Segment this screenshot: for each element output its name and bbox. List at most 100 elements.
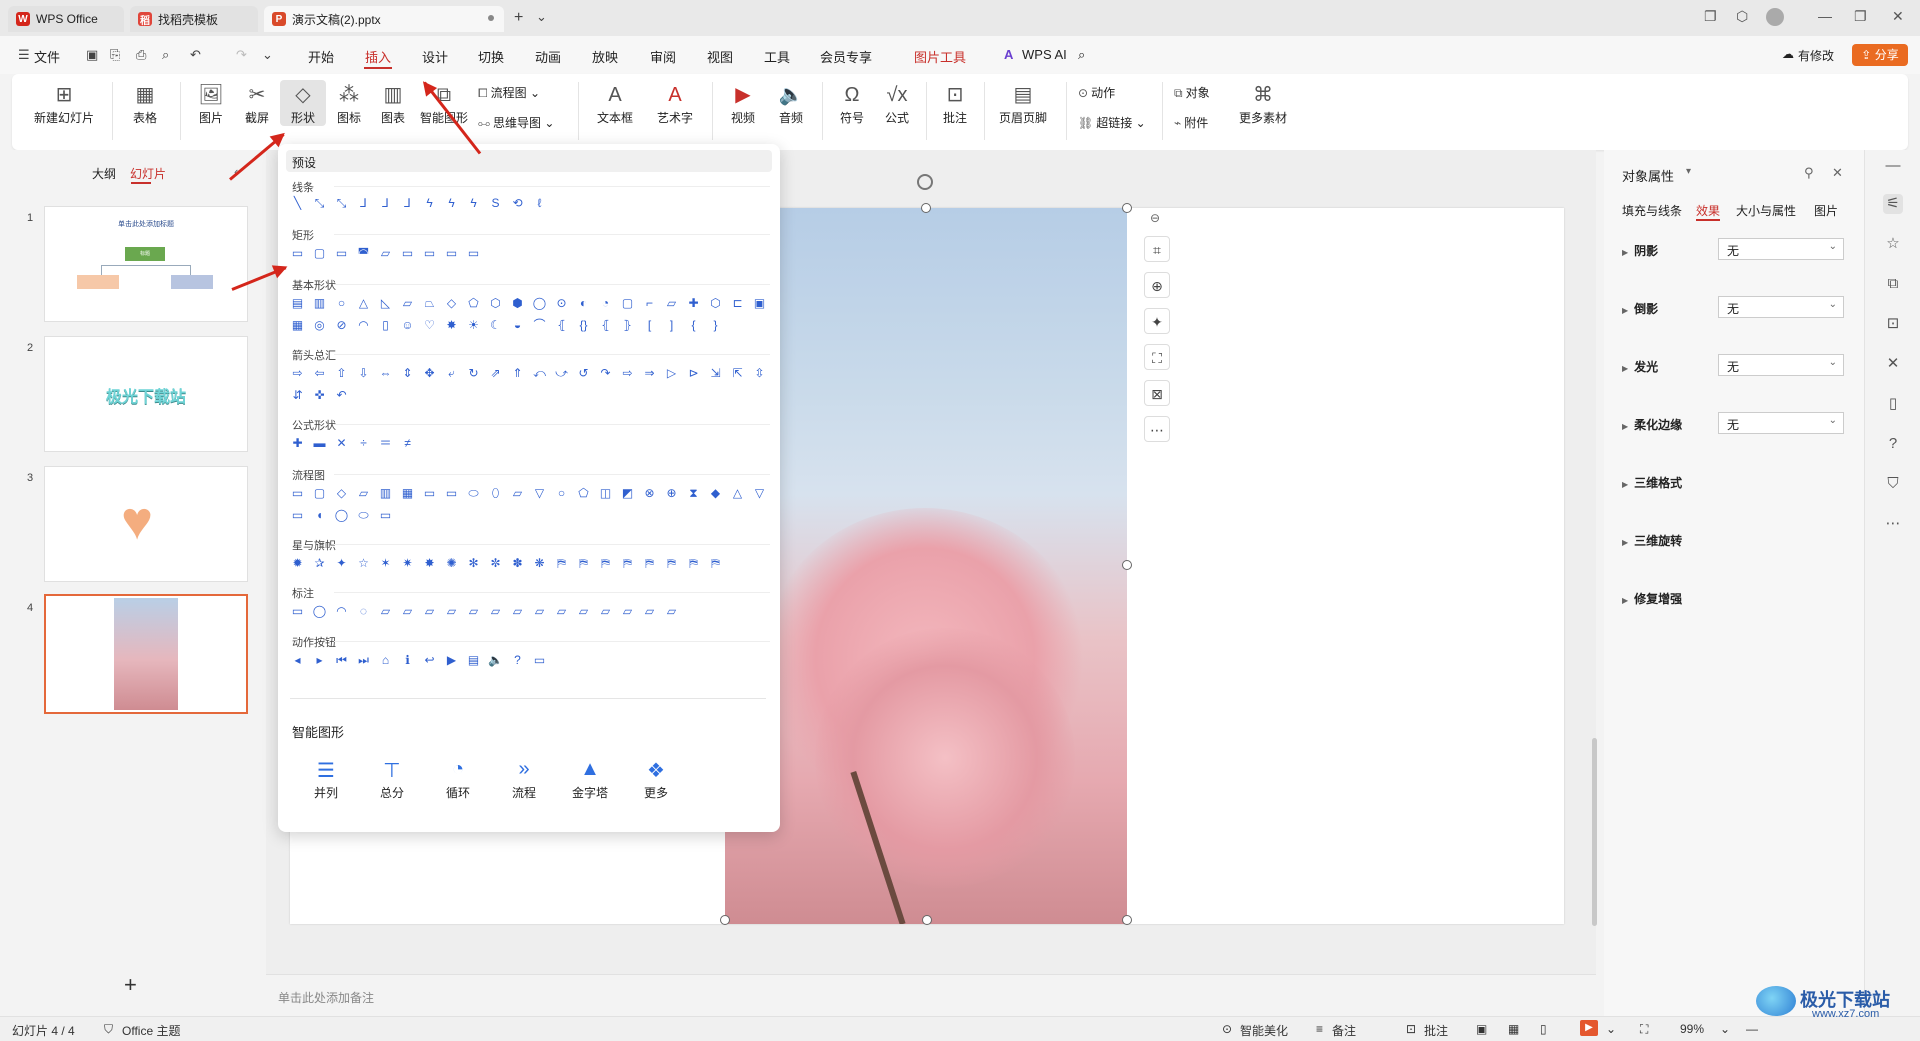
zoom-icon[interactable]: ⊕ bbox=[1144, 272, 1170, 298]
shape-option-icon[interactable]: ⤻ bbox=[554, 367, 569, 380]
slide-picture[interactable] bbox=[725, 208, 1127, 924]
shape-option-icon[interactable]: △ bbox=[730, 487, 745, 500]
shape-option-icon[interactable]: ◔ bbox=[598, 297, 613, 310]
shape-option-icon[interactable]: ÷ bbox=[356, 437, 371, 450]
more-icon[interactable]: ⋯ bbox=[1144, 416, 1170, 442]
shape-option-icon[interactable]: ⛿ bbox=[598, 557, 613, 570]
shape-option-icon[interactable]: ▱ bbox=[466, 605, 481, 618]
3d-format-row[interactable]: ▶ 三维格式 bbox=[1622, 474, 1682, 491]
layers-icon[interactable]: ⧉ bbox=[1883, 274, 1903, 294]
resize-handle[interactable] bbox=[1122, 560, 1132, 570]
shape-option-icon[interactable]: ◌ bbox=[356, 605, 371, 618]
shape-option-icon[interactable]: ⬠ bbox=[466, 297, 481, 310]
shape-option-icon[interactable]: ϟ bbox=[444, 197, 459, 210]
shape-option-icon[interactable]: [ bbox=[642, 319, 657, 332]
search-icon[interactable]: ⌕ bbox=[1078, 47, 1085, 63]
grid-view-icon[interactable]: ▦ bbox=[1508, 1022, 1519, 1036]
shape-option-icon[interactable]: ⏭ bbox=[356, 654, 371, 667]
shape-option-icon[interactable]: ϟ bbox=[422, 197, 437, 210]
shape-option-icon[interactable]: ℓ bbox=[532, 197, 547, 210]
shape-option-icon[interactable]: ▱ bbox=[378, 247, 393, 260]
shape-option-icon[interactable]: ▥ bbox=[378, 487, 393, 500]
shape-option-icon[interactable]: ✽ bbox=[510, 557, 525, 570]
notes-pane[interactable]: 单击此处添加备注 bbox=[266, 974, 1596, 1017]
shape-option-icon[interactable]: ▢ bbox=[312, 487, 327, 500]
reflection-select[interactable]: 无 ⌄ bbox=[1718, 296, 1844, 318]
smart-pyramid-button[interactable]: ▲ 金字塔 bbox=[560, 758, 620, 801]
screenshot-button[interactable]: ✂ 截屏 bbox=[234, 80, 280, 126]
smart-beautify-button[interactable]: 智能美化 bbox=[1240, 1022, 1288, 1039]
shape-option-icon[interactable]: ⇑ bbox=[510, 367, 525, 380]
shape-option-icon[interactable]: ϟ bbox=[466, 197, 481, 210]
shape-option-icon[interactable]: ✸ bbox=[444, 319, 459, 332]
menu-member[interactable]: 会员专享 bbox=[820, 47, 872, 66]
shape-option-icon[interactable]: ▱ bbox=[400, 297, 415, 310]
shape-option-icon[interactable]: ⤡ bbox=[334, 197, 349, 210]
shape-option-icon[interactable]: ⬯ bbox=[488, 487, 503, 500]
shape-option-icon[interactable]: ⛿ bbox=[642, 557, 657, 570]
shape-option-icon[interactable]: ⛿ bbox=[686, 557, 701, 570]
menu-home[interactable]: 开始 bbox=[308, 47, 334, 66]
shape-option-icon[interactable]: ▤ bbox=[290, 297, 305, 310]
slide-thumb-3[interactable]: ♥ bbox=[44, 466, 248, 582]
shape-option-icon[interactable]: ▯ bbox=[378, 319, 393, 332]
shape-option-icon[interactable]: ╲ bbox=[290, 197, 305, 210]
shape-option-icon[interactable]: ↻ bbox=[466, 367, 481, 380]
play-icon[interactable]: ▶ bbox=[1580, 1020, 1598, 1036]
menu-slideshow[interactable]: 放映 bbox=[592, 47, 618, 66]
shape-option-icon[interactable]: ◫ bbox=[598, 487, 613, 500]
picture-edit-icon[interactable]: ⊠ bbox=[1144, 380, 1170, 406]
shape-option-icon[interactable]: ⊘ bbox=[334, 319, 349, 332]
smart-cycle-button[interactable]: ◔ 循环 bbox=[428, 758, 488, 801]
shape-option-icon[interactable]: ⅃ bbox=[356, 197, 371, 210]
shape-option-icon[interactable]: ▤ bbox=[466, 654, 481, 667]
shape-option-icon[interactable]: ? bbox=[510, 654, 525, 667]
shape-option-icon[interactable]: ▬ bbox=[312, 437, 327, 450]
soft-edges-row[interactable]: ▶ 柔化边缘 bbox=[1622, 416, 1682, 433]
tab-wps-office[interactable]: W WPS Office bbox=[8, 6, 124, 32]
shape-option-icon[interactable]: ◠ bbox=[334, 605, 349, 618]
shape-option-icon[interactable]: ▱ bbox=[620, 605, 635, 618]
symbol-button[interactable]: Ω 符号 bbox=[830, 80, 874, 126]
shape-option-icon[interactable]: ⇨ bbox=[620, 367, 635, 380]
resize-handle[interactable] bbox=[922, 915, 932, 925]
object-button[interactable]: ⧉ 对象 bbox=[1174, 84, 1210, 101]
shape-option-icon[interactable]: ☾ bbox=[488, 319, 503, 332]
more-icon[interactable]: ⋯ bbox=[1883, 514, 1903, 534]
shape-option-icon[interactable]: ⇒ bbox=[642, 367, 657, 380]
hyperlink-button[interactable]: ⛓ 超链接 ⌄ bbox=[1078, 114, 1146, 131]
shape-option-icon[interactable]: ▭ bbox=[422, 487, 437, 500]
zoom-out-icon[interactable]: — bbox=[1746, 1022, 1758, 1036]
menu-transition[interactable]: 切换 bbox=[478, 47, 504, 66]
shape-option-icon[interactable]: ✺ bbox=[444, 557, 459, 570]
shape-option-icon[interactable]: ▱ bbox=[510, 487, 525, 500]
shape-option-icon[interactable]: ⬭ bbox=[356, 509, 371, 522]
shape-option-icon[interactable]: ℹ bbox=[400, 654, 415, 667]
menu-design[interactable]: 设计 bbox=[422, 47, 448, 66]
shape-option-icon[interactable]: ◚ bbox=[356, 247, 371, 260]
shape-option-icon[interactable]: ◒ bbox=[510, 319, 525, 332]
shape-option-icon[interactable]: ✼ bbox=[488, 557, 503, 570]
mindmap-button[interactable]: ⧟ 思维导图 ⌄ bbox=[478, 114, 554, 131]
shape-option-icon[interactable]: ▭ bbox=[334, 247, 349, 260]
fit-window-icon[interactable]: ⛶ bbox=[1640, 1022, 1648, 1037]
shape-option-icon[interactable]: ▱ bbox=[422, 605, 437, 618]
shape-option-icon[interactable]: ⌒ bbox=[532, 319, 547, 332]
magic-tool-icon[interactable]: ✦ bbox=[1144, 308, 1170, 334]
properties-icon[interactable]: ⚟ bbox=[1883, 194, 1903, 214]
shape-option-icon[interactable]: ▱ bbox=[554, 605, 569, 618]
shape-option-icon[interactable]: ✸ bbox=[422, 557, 437, 570]
tab-docer-templates[interactable]: 稻 找稻壳模板 bbox=[130, 6, 258, 32]
picture-edit-icon[interactable]: ⊡ bbox=[1883, 314, 1903, 334]
shape-option-icon[interactable]: ○ bbox=[334, 297, 349, 310]
shape-option-icon[interactable]: ✶ bbox=[378, 557, 393, 570]
hamburger-icon[interactable]: ☰ bbox=[18, 47, 30, 63]
shape-option-icon[interactable]: ⏢ bbox=[422, 297, 437, 310]
shape-button[interactable]: ◇ 形状 bbox=[280, 80, 326, 126]
shape-option-icon[interactable]: ▭ bbox=[532, 654, 547, 667]
shape-option-icon[interactable]: ◩ bbox=[620, 487, 635, 500]
shape-option-icon[interactable]: ⇳ bbox=[752, 367, 767, 380]
flowchart-button[interactable]: ⧠ 流程图 ⌄ bbox=[478, 84, 540, 101]
shape-option-icon[interactable]: ◇ bbox=[334, 487, 349, 500]
shape-option-icon[interactable]: ✕ bbox=[334, 437, 349, 450]
